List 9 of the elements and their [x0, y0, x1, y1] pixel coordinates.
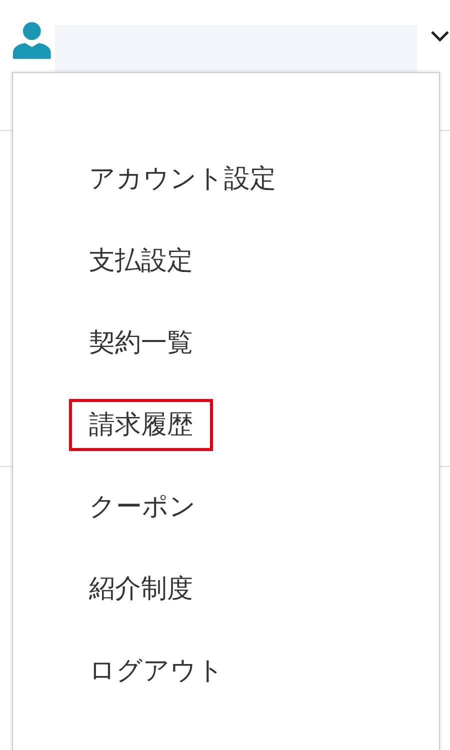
menu-item[interactable]: 支払設定 — [69, 235, 213, 287]
menu-item[interactable]: クーポン — [69, 481, 216, 533]
chevron-down-icon[interactable] — [430, 30, 450, 42]
user-icon[interactable] — [12, 19, 52, 59]
menu-item[interactable]: ログアウト — [69, 645, 244, 697]
menu-item[interactable]: 紹介制度 — [69, 563, 213, 615]
menu-item[interactable]: 請求履歴 — [69, 399, 213, 451]
menu-item[interactable]: アカウント設定 — [69, 153, 296, 205]
menu-item[interactable]: 契約一覧 — [69, 317, 213, 369]
